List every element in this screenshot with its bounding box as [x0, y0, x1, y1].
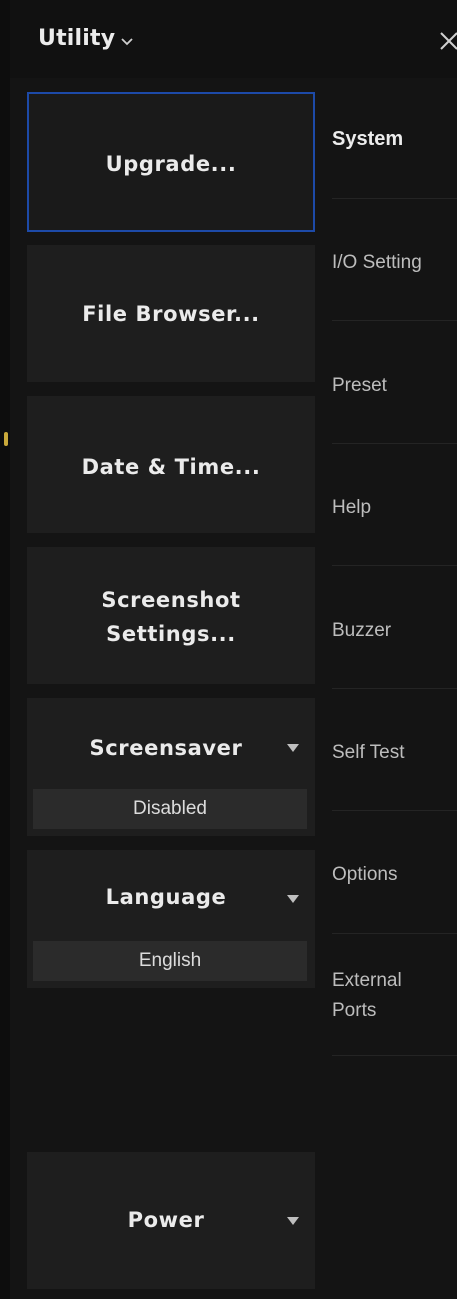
nav-item-external-ports-line2: Ports — [332, 1000, 377, 1021]
nav-divider — [332, 320, 457, 321]
file-browser-button[interactable]: File Browser... — [27, 245, 315, 382]
power-dropdown[interactable]: Power — [27, 1152, 315, 1289]
screensaver-dropdown[interactable]: Screensaver Disabled — [27, 698, 315, 836]
dropdown-arrow-icon — [287, 895, 299, 903]
screenshot-settings-label-line2: Settings... — [106, 622, 236, 646]
nav-item-self-test[interactable]: Self Test — [332, 740, 457, 766]
dropdown-arrow-icon — [287, 744, 299, 752]
screensaver-value: Disabled — [33, 789, 307, 829]
language-value: English — [33, 941, 307, 981]
screenshot-settings-label-line1: Screenshot — [101, 588, 241, 612]
nav-item-options[interactable]: Options — [332, 862, 457, 888]
nav-divider — [332, 688, 457, 689]
date-time-label: Date & Time... — [81, 455, 261, 479]
close-icon[interactable] — [438, 30, 457, 52]
language-label: Language — [105, 885, 227, 909]
panel-header: Utility — [10, 0, 457, 78]
nav-divider — [332, 198, 457, 199]
nav-divider — [332, 565, 457, 566]
nav-item-buzzer[interactable]: Buzzer — [332, 618, 457, 644]
language-dropdown[interactable]: Language English — [27, 850, 315, 988]
upgrade-label: Upgrade... — [105, 152, 237, 176]
screenshot-settings-button[interactable]: Screenshot Settings... — [27, 547, 315, 684]
nav-divider — [332, 810, 457, 811]
panel-title[interactable]: Utility — [38, 26, 115, 51]
nav-divider — [332, 443, 457, 444]
screensaver-label: Screensaver — [89, 736, 243, 760]
nav-item-preset[interactable]: Preset — [332, 373, 457, 399]
nav-item-external-ports[interactable]: External Ports — [332, 968, 457, 1024]
dropdown-arrow-icon — [287, 1217, 299, 1225]
nav-divider — [332, 1055, 457, 1056]
chevron-down-icon[interactable] — [119, 33, 135, 49]
nav-divider — [332, 933, 457, 934]
date-time-button[interactable]: Date & Time... — [27, 396, 315, 533]
nav-item-help[interactable]: Help — [332, 495, 457, 521]
nav-item-external-ports-line1: External — [332, 970, 402, 991]
power-label: Power — [127, 1208, 205, 1232]
edge-indicator — [4, 432, 8, 446]
upgrade-button[interactable]: Upgrade... — [27, 92, 315, 232]
nav-item-io-setting[interactable]: I/O Setting — [332, 250, 457, 276]
file-browser-label: File Browser... — [82, 302, 260, 326]
nav-item-system[interactable]: System — [332, 126, 457, 152]
